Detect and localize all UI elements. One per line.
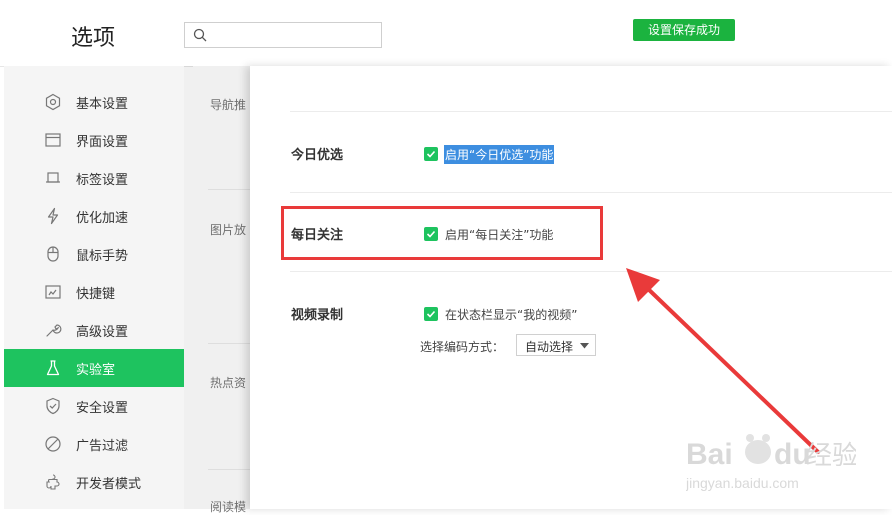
sidebar-item-interface[interactable]: 界面设置: [4, 121, 184, 159]
sidebar-item-optimize[interactable]: 优化加速: [4, 197, 184, 235]
today-pick-option-label[interactable]: 启用“今日优选”功能: [444, 145, 555, 164]
divider: [290, 111, 892, 112]
settings-icon: [45, 93, 61, 111]
sidebar-item-label: 安全设置: [76, 400, 129, 416]
tab-icon: [46, 172, 60, 183]
search-input[interactable]: [184, 22, 382, 48]
shield-icon: [46, 397, 60, 415]
sidebar-item-label: 优化加速: [76, 210, 129, 226]
divider: [208, 343, 251, 344]
block-icon: [45, 436, 61, 452]
section-label: 导航推: [210, 98, 247, 112]
today-pick-checkbox[interactable]: [424, 147, 438, 161]
divider: [208, 189, 251, 190]
encoding-select[interactable]: 自动选择: [516, 334, 596, 356]
baidu-jingyan-watermark: Bai du 经验 jingyan.baidu.com: [686, 434, 856, 491]
section-title-video-record: 视频录制: [291, 308, 344, 323]
sidebar: 基本设置 界面设置 标签设置 优化加速 鼠标手势 快捷键 高级设置 实验室 安全…: [4, 66, 184, 509]
sidebar-item-developer[interactable]: 开发者模式: [4, 463, 184, 501]
save-success-toast: 设置保存成功: [633, 19, 735, 41]
sidebar-item-hotkeys[interactable]: 快捷键: [4, 273, 184, 311]
annotation-highlight-box: [281, 206, 603, 260]
sidebar-item-label: 实验室: [76, 362, 116, 378]
section-label: 阅读模: [210, 500, 247, 514]
sidebar-item-label: 鼠标手势: [76, 248, 129, 264]
flask-icon: [46, 360, 60, 376]
sidebar-item-label: 基本设置: [76, 96, 129, 112]
section-label: 图片放: [210, 223, 247, 237]
sidebar-item-label: 界面设置: [76, 134, 129, 150]
options-header: 选项 设置保存成功: [0, 0, 892, 67]
video-record-checkbox[interactable]: [424, 307, 438, 321]
puzzle-icon: [46, 474, 60, 490]
section-label: 热点资: [210, 376, 247, 390]
sidebar-item-basic[interactable]: 基本设置: [4, 83, 184, 121]
settings-background-panel: 导航推 图片放 热点资 阅读模: [193, 66, 251, 514]
divider: [208, 469, 251, 470]
encoding-select-value: 自动选择: [525, 340, 574, 354]
sidebar-item-label: 开发者模式: [76, 476, 142, 492]
sidebar-item-security[interactable]: 安全设置: [4, 387, 184, 425]
sidebar-item-label: 快捷键: [76, 286, 116, 302]
sidebar-item-advanced[interactable]: 高级设置: [4, 311, 184, 349]
sidebar-item-label: 广告过滤: [76, 438, 129, 454]
page-title: 选项: [71, 26, 116, 51]
mouse-icon: [47, 246, 59, 262]
svg-text:Bai: Bai: [686, 438, 733, 471]
lightning-icon: [47, 207, 59, 225]
divider: [290, 271, 892, 272]
watermark-url: jingyan.baidu.com: [686, 475, 799, 491]
video-record-option-label[interactable]: 在状态栏显示“我的视频”: [445, 306, 577, 323]
sidebar-item-tabs[interactable]: 标签设置: [4, 159, 184, 197]
svg-text:经验: 经验: [806, 441, 856, 471]
keyboard-icon: [45, 285, 61, 299]
sidebar-item-label: 高级设置: [76, 324, 129, 340]
encoding-label: 选择编码方式：: [420, 340, 505, 354]
chevron-down-icon: [580, 343, 589, 349]
window-icon: [45, 133, 61, 147]
section-title-today-pick: 今日优选: [291, 148, 344, 163]
sidebar-item-lab[interactable]: 实验室: [4, 349, 184, 387]
wrench-icon: [46, 324, 62, 337]
sidebar-item-mouse[interactable]: 鼠标手势: [4, 235, 184, 273]
sidebar-item-label: 标签设置: [76, 172, 129, 188]
sidebar-item-adblock[interactable]: 广告过滤: [4, 425, 184, 463]
search-icon: [193, 28, 207, 42]
divider: [290, 192, 892, 193]
